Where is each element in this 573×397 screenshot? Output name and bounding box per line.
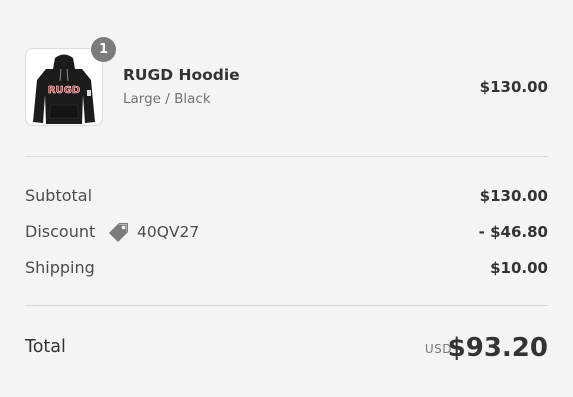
product-name: RUGD Hoodie: [123, 66, 240, 84]
subtotal-value: $130.00: [479, 187, 548, 205]
discount-row: Discount 40QV27 - $46.80: [25, 220, 548, 244]
shipping-label: Shipping: [25, 258, 95, 277]
product-variant: Large / Black: [123, 91, 211, 107]
hoodie-print-text: RUGD: [48, 85, 80, 96]
total-value: $93.20: [447, 333, 548, 363]
hoodie-image: RUGD: [33, 54, 95, 124]
shipping-value: $10.00: [490, 259, 548, 277]
quantity-badge: 1: [91, 37, 116, 62]
subtotal-row: Subtotal $130.00: [25, 184, 548, 208]
divider: [25, 305, 548, 306]
product-price: $130.00: [479, 78, 548, 96]
discount-code: 40QV27: [137, 223, 200, 241]
shipping-row: Shipping $10.00: [25, 256, 548, 280]
line-item: RUGD 1 RUGD Hoodie Large / Black $130.00: [25, 37, 548, 130]
product-thumbnail: RUGD: [25, 48, 103, 126]
total-row: Total USD $93.20: [25, 330, 548, 366]
order-summary: RUGD 1 RUGD Hoodie Large / Black $130.00…: [25, 0, 548, 397]
divider: [25, 156, 548, 157]
discount-value: - $46.80: [478, 223, 548, 241]
tag-icon: [109, 223, 128, 242]
subtotal-label: Subtotal: [25, 186, 93, 205]
total-label: Total: [25, 337, 66, 357]
discount-label: Discount: [25, 222, 96, 241]
